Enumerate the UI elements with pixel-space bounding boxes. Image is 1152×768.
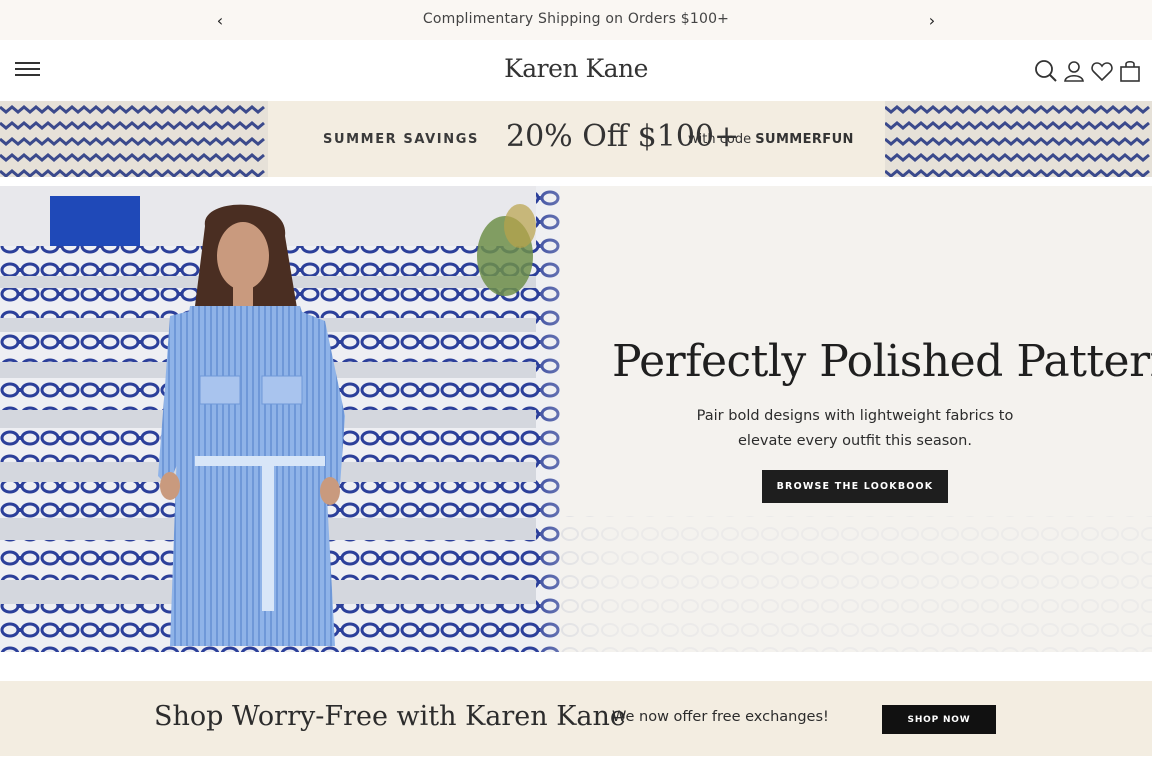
- worry-free-banner: Shop Worry-Free with Karen Kane We now o…: [0, 681, 1152, 756]
- chevron-right-icon: ›: [928, 10, 936, 30]
- wishlist-heart-icon: [1091, 62, 1113, 82]
- announcement-next-button[interactable]: ›: [922, 9, 942, 31]
- worry-free-text: We now offer free exchanges!: [612, 709, 829, 725]
- site-header: Karen Kane: [0, 40, 1152, 102]
- hero-subtext: Pair bold designs with lightweight fabri…: [696, 408, 1014, 449]
- cart-button[interactable]: [1118, 58, 1142, 84]
- shop-now-button[interactable]: SHOP NOW: [882, 705, 996, 734]
- promo-kicker: SUMMER SAVINGS: [323, 132, 479, 147]
- summer-savings-banner[interactable]: SUMMER SAVINGS 20% Off $100+ with code S…: [0, 101, 1152, 177]
- account-icon: [1064, 61, 1084, 82]
- zigzag-pattern-image: [0, 101, 268, 177]
- announcement-message[interactable]: Complimentary Shipping on Orders $100+: [0, 11, 1152, 27]
- promo-center: SUMMER SAVINGS 20% Off $100+ with code S…: [268, 101, 885, 177]
- announcement-bar: ‹ Complimentary Shipping on Orders $100+…: [0, 0, 1152, 40]
- worry-free-title: Shop Worry-Free with Karen Kane: [154, 701, 626, 732]
- zigzag-pattern-image: [885, 101, 1152, 177]
- promo-code-text: with code SUMMERFUN: [688, 132, 854, 147]
- account-button[interactable]: [1062, 58, 1086, 84]
- promo-code: SUMMERFUN: [755, 132, 854, 147]
- search-button[interactable]: [1034, 58, 1058, 84]
- hero-model-photo[interactable]: [0, 186, 560, 652]
- promo-code-prefix: with code: [688, 132, 752, 147]
- header-icons: [1034, 58, 1142, 84]
- brand-logo[interactable]: Karen Kane: [0, 54, 1152, 83]
- hero-banner: Perfectly Polished Patterns Pair bold de…: [0, 186, 1152, 652]
- search-icon: [1035, 60, 1057, 82]
- wishlist-button[interactable]: [1090, 58, 1114, 84]
- browse-lookbook-button[interactable]: BROWSE THE LOOKBOOK: [762, 470, 948, 503]
- shopping-bag-icon: [1120, 60, 1140, 82]
- hero-headline: Perfectly Polished Patterns: [612, 336, 1152, 387]
